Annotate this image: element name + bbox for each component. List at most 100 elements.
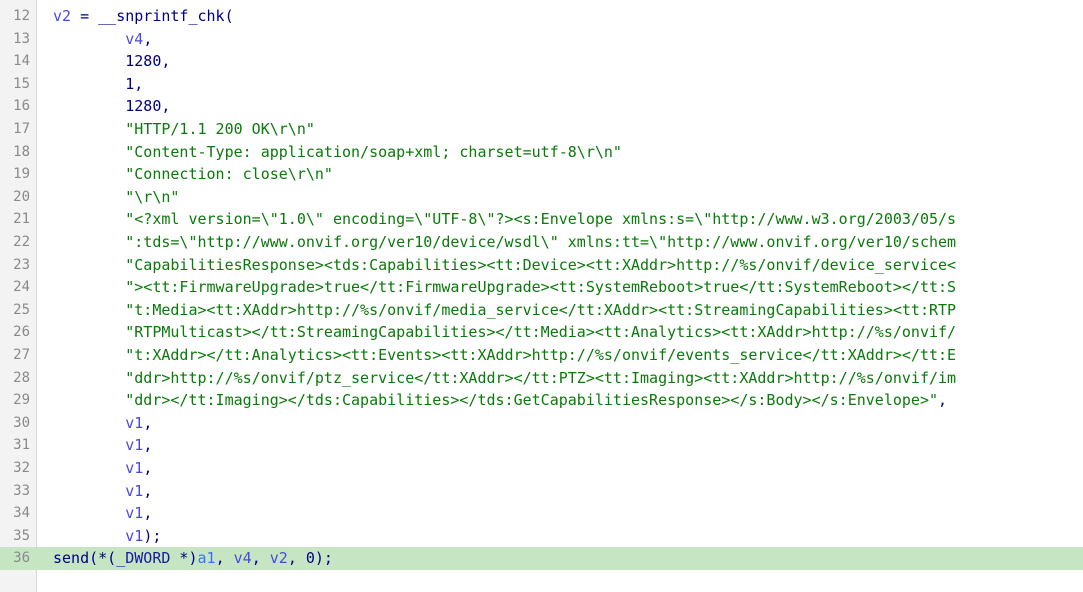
code-text: send(*(_DWORD *)a1, v4, v2, 0); — [53, 547, 333, 570]
code-line[interactable]: 32 v1, — [0, 457, 1083, 480]
code-token: "Content-Type: application/soap+xml; cha… — [125, 142, 622, 161]
code-line[interactable]: 21 "<?xml version=\"1.0\" encoding=\"UTF… — [0, 208, 1083, 231]
code-text: "ddr></tt:Imaging></tds:Capabilities></t… — [53, 389, 947, 412]
code-token: v4 — [125, 29, 144, 48]
code-line[interactable]: 20 "\r\n" — [0, 186, 1083, 209]
code-token: , — [143, 481, 153, 500]
code-line[interactable]: 17 "HTTP/1.1 200 OK\r\n" — [0, 118, 1083, 141]
code-text: v1, — [53, 502, 152, 525]
code-text: "t:Media><tt:XAddr>http://%s/onvif/media… — [53, 299, 956, 322]
code-token: "ddr>http://%s/onvif/ptz_service</tt:XAd… — [125, 368, 957, 387]
code-line[interactable]: 30 v1, — [0, 412, 1083, 435]
code-token: ); — [314, 549, 333, 568]
code-line[interactable]: 25 "t:Media><tt:XAddr>http://%s/onvif/me… — [0, 299, 1083, 322]
code-line[interactable]: 24 "><tt:FirmwareUpgrade>true</tt:Firmwa… — [0, 276, 1083, 299]
code-text: "CapabilitiesResponse><tds:Capabilities>… — [53, 254, 956, 277]
code-token: , — [287, 549, 306, 568]
code-editor[interactable]: 12 v2 = __snprintf_chk(13 v4, 14 1280, 15 1… — [0, 0, 1083, 592]
line-number: 27 — [13, 347, 30, 363]
code-token: , — [251, 549, 270, 568]
code-line[interactable]: 14 1280, — [0, 50, 1083, 73]
line-number: 13 — [13, 30, 30, 47]
code-line[interactable]: 36 send(*(_DWORD *)a1, v4, v2, 0); — [0, 547, 1083, 570]
line-number: 33 — [13, 482, 30, 499]
code-text: v4, — [53, 28, 152, 51]
code-token: "t:XAddr></tt:Analytics><tt:Events><tt:X… — [125, 346, 957, 364]
code-line[interactable]: 31 v1, — [0, 434, 1083, 457]
code-line[interactable]: 22 ":tds=\"http://www.onvif.org/ver10/de… — [0, 231, 1083, 254]
code-token: , — [143, 29, 153, 48]
code-token: a1 — [197, 549, 216, 568]
code-token: , — [161, 97, 171, 116]
code-line[interactable]: 13 v4, — [0, 28, 1083, 51]
code-token: "<?xml version=\"1.0\" encoding=\"UTF-8\… — [125, 210, 957, 229]
code-text: "t:XAddr></tt:Analytics><tt:Events><tt:X… — [53, 344, 956, 367]
code-line[interactable]: 34 v1, — [0, 502, 1083, 525]
code-token: v2 — [53, 7, 72, 25]
code-line[interactable]: 23 "CapabilitiesResponse><tds:Capabiliti… — [0, 254, 1083, 277]
code-line[interactable]: 19 "Connection: close\r\n" — [0, 163, 1083, 186]
code-token: , — [161, 52, 171, 71]
code-token: , — [938, 391, 948, 410]
code-line[interactable]: 12 v2 = __snprintf_chk( — [0, 5, 1083, 28]
code-line[interactable]: 28 "ddr>http://%s/onvif/ptz_service</tt:… — [0, 367, 1083, 390]
code-text: "<?xml version=\"1.0\" encoding=\"UTF-8\… — [53, 208, 956, 231]
code-token: v4 — [233, 549, 252, 568]
code-line[interactable]: 33 v1, — [0, 480, 1083, 503]
code-line[interactable]: 29 "ddr></tt:Imaging></tds:Capabilities>… — [0, 389, 1083, 412]
code-token: "Connection: close\r\n" — [125, 165, 333, 184]
line-number: 19 — [13, 166, 30, 183]
line-number: 29 — [13, 392, 30, 409]
code-text: "><tt:FirmwareUpgrade>true</tt:FirmwareU… — [53, 276, 956, 299]
code-line[interactable]: 15 1, — [0, 73, 1083, 96]
code-token: "><tt:FirmwareUpgrade>true</tt:FirmwareU… — [125, 278, 957, 297]
line-number: 22 — [13, 234, 30, 250]
line-number: 23 — [13, 256, 30, 273]
code-line[interactable]: 35 v1); — [0, 525, 1083, 548]
code-line[interactable]: 18 "Content-Type: application/soap+xml; … — [0, 141, 1083, 164]
code-token: 1280 — [125, 52, 162, 71]
code-token: v1 — [125, 436, 144, 455]
code-token: v1 — [125, 481, 144, 500]
code-line[interactable]: 27 "t:XAddr></tt:Analytics><tt:Events><t… — [0, 344, 1083, 367]
code-line[interactable]: 16 1280, — [0, 95, 1083, 118]
code-token: "ddr></tt:Imaging></tds:Capabilities></t… — [125, 391, 939, 410]
code-text: 1280, — [53, 50, 170, 73]
code-line[interactable]: 26 "RTPMulticast></tt:StreamingCapabilit… — [0, 321, 1083, 344]
line-number: 26 — [13, 324, 30, 341]
code-token: , — [143, 504, 153, 523]
line-number: 34 — [13, 505, 30, 522]
code-token: "t:Media><tt:XAddr>http://%s/onvif/media… — [125, 300, 957, 319]
code-token: "CapabilitiesResponse><tds:Capabilities>… — [125, 255, 957, 274]
line-number: 28 — [13, 369, 30, 386]
line-number: 12 — [13, 8, 30, 24]
line-number: 35 — [13, 527, 30, 544]
code-text: v1, — [53, 412, 152, 435]
code-token: v1 — [125, 459, 144, 477]
code-token: v2 — [269, 549, 288, 568]
code-token: ); — [143, 526, 162, 545]
line-number: 31 — [13, 437, 30, 454]
code-token: send(*( — [53, 549, 117, 568]
line-number: 30 — [13, 414, 30, 431]
line-number: 16 — [13, 98, 30, 115]
code-token: "RTPMulticast></tt:StreamingCapabilities… — [125, 323, 957, 342]
code-text: "HTTP/1.1 200 OK\r\n" — [53, 118, 315, 141]
code-token: *) — [170, 549, 198, 568]
code-text: "RTPMulticast></tt:StreamingCapabilities… — [53, 321, 956, 344]
